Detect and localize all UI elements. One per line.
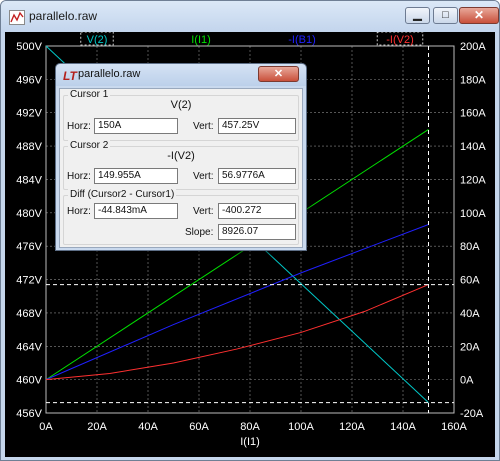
x-axis-label: I(I1)	[240, 436, 260, 448]
y-right-tick-label: 20A	[460, 341, 480, 353]
cursor1-trace: V(2)	[170, 99, 192, 111]
maximize-icon: □	[442, 9, 449, 21]
legend-label: V(2)	[87, 34, 108, 46]
y-left-tick-label: 460V	[16, 375, 42, 387]
diff-slope-field[interactable]: 8926.07	[218, 224, 296, 240]
diff-vert-label: Vert:	[193, 206, 214, 217]
y-left-tick-label: 480V	[16, 208, 42, 220]
y-left-tick-label: 492V	[16, 108, 42, 120]
y-right-tick-label: 120A	[460, 174, 486, 186]
diff-slope-label: Slope:	[185, 227, 214, 238]
legend-label: -I(B1)	[288, 34, 316, 46]
cursor2-group: Cursor 2 -I(V2) Horz: 149.955A Vert: 56.…	[63, 140, 299, 190]
cursor2-horz-label: Horz:	[67, 171, 91, 182]
y-left-tick-label: 468V	[16, 308, 42, 320]
x-tick-label: 20A	[87, 421, 107, 433]
y-right-tick-label: -20A	[460, 408, 484, 420]
y-left-tick-label: 464V	[16, 341, 42, 353]
cursor-dialog-title: parallelo.raw	[78, 68, 141, 80]
x-tick-label: 80A	[240, 421, 260, 433]
close-icon: ✕	[473, 8, 485, 22]
waveform-icon	[9, 10, 25, 25]
x-tick-label: 100A	[288, 421, 314, 433]
y-right-tick-label: 160A	[460, 108, 486, 120]
y-right-tick-label: 0A	[460, 375, 474, 387]
y-left-tick-label: 472V	[16, 275, 42, 287]
y-right-tick-label: 140A	[460, 141, 486, 153]
x-tick-label: 0A	[39, 421, 53, 433]
cursor1-group: Cursor 1 V(2) Horz: 150A Vert: 457.25V	[63, 89, 299, 141]
cursor-dialog-title-bar[interactable]: LT parallelo.raw ✕	[56, 64, 306, 86]
cursor1-horz-field[interactable]: 150A	[94, 118, 178, 134]
maximize-button[interactable]: □	[433, 7, 458, 24]
cursor2-vert-label: Vert:	[193, 171, 214, 182]
close-button[interactable]: ✕	[459, 7, 499, 24]
legend-label: -I(V2)	[386, 34, 414, 46]
app-window: parallelo.raw ▁ □ ✕ 456V 460V 464V 468V 472V…	[0, 0, 500, 461]
cursor2-vert-field[interactable]: 56.9776A	[218, 168, 296, 184]
cursor1-vert-field[interactable]: 457.25V	[218, 118, 296, 134]
cursor2-horz-field[interactable]: 149.955A	[94, 168, 178, 184]
diff-vert-field[interactable]: -400.272	[218, 203, 296, 219]
cursor1-horz-label: Horz:	[67, 121, 91, 132]
cursor-dialog[interactable]: LT parallelo.raw ✕ Cursor 1 V(2) Horz: 1…	[55, 63, 307, 251]
diff-group: Diff (Cursor2 - Cursor1) Horz: -44.843mA…	[63, 189, 299, 245]
y-left-tick-label: 476V	[16, 241, 42, 253]
diff-horz-field[interactable]: -44.843mA	[94, 203, 178, 219]
y-right-tick-label: 60A	[460, 275, 480, 287]
y-right-tick-label: 180A	[460, 74, 486, 86]
y-left-tick-label: 484V	[16, 174, 42, 186]
cursor-dialog-close-button[interactable]: ✕	[258, 66, 299, 82]
y-left-tick-label: 496V	[16, 74, 42, 86]
y-right-tick-label: 40A	[460, 308, 480, 320]
x-tick-label: 120A	[339, 421, 365, 433]
y-right-tick-label: 80A	[460, 241, 480, 253]
ltspice-icon: LT	[63, 69, 77, 83]
y-left-tick-label: 456V	[16, 408, 42, 420]
x-tick-label: 60A	[189, 421, 209, 433]
title-bar[interactable]: parallelo.raw ▁ □ ✕	[1, 1, 499, 33]
legend-label: I(I1)	[191, 34, 211, 46]
y-left-tick-label: 488V	[16, 141, 42, 153]
x-tick-label: 160A	[441, 421, 467, 433]
y-right-tick-label: 200A	[460, 41, 486, 53]
minimize-icon: ▁	[413, 9, 422, 21]
cursor-dialog-body: Cursor 1 V(2) Horz: 150A Vert: 457.25V C…	[59, 88, 303, 248]
cursor2-trace: -I(V2)	[167, 150, 195, 162]
window-title: parallelo.raw	[29, 9, 98, 23]
x-tick-label: 40A	[138, 421, 158, 433]
diff-horz-label: Horz:	[67, 206, 91, 217]
cursor1-vert-label: Vert:	[193, 121, 214, 132]
close-icon: ✕	[273, 68, 284, 80]
x-tick-label: 140A	[390, 421, 416, 433]
y-left-tick-label: 500V	[16, 41, 42, 53]
minimize-button[interactable]: ▁	[405, 7, 430, 24]
y-right-tick-label: 100A	[460, 208, 486, 220]
diff-group-label: Diff (Cursor2 - Cursor1)	[68, 189, 177, 200]
